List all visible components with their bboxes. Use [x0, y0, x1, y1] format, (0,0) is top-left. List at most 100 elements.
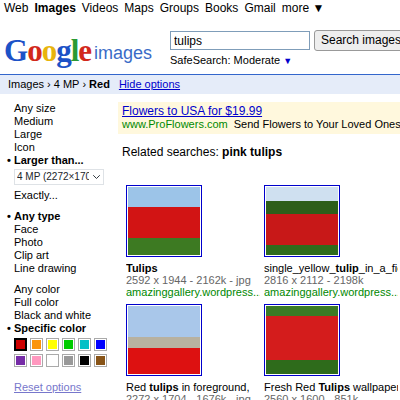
search-button[interactable]: Search images [314, 30, 400, 51]
option-link[interactable]: Medium [14, 115, 53, 127]
top-nav-link[interactable]: Groups [160, 2, 199, 15]
google-logo[interactable]: Googleimages [4, 20, 170, 68]
safesearch: SafeSearch: Moderate ▼ [170, 54, 396, 68]
swatch-fill [32, 356, 41, 365]
logo-letter: o [27, 33, 42, 68]
ad-title[interactable]: Flowers to USA for $19.99 [122, 105, 396, 118]
color-swatch[interactable] [14, 338, 27, 351]
image-result: Red tulips in foreground,2272 x 1704 - 1… [126, 304, 260, 400]
image-thumbnail[interactable] [264, 304, 340, 376]
breadcrumb-bar: Images›4 MP›RedHide options [0, 74, 400, 94]
safesearch-value[interactable]: Moderate [234, 54, 280, 66]
result-title[interactable]: Red tulips in foreground, [126, 381, 260, 393]
related-searches: Related searches: pink tulips [122, 146, 400, 159]
result-meta: 2560 x 1600 - 851k [264, 393, 398, 400]
color-swatch[interactable] [46, 354, 59, 367]
image-thumbnail[interactable] [126, 304, 202, 376]
ad-url[interactable]: www.ProFlowers.com [122, 118, 228, 130]
color-swatch[interactable] [78, 354, 91, 367]
safesearch-label: SafeSearch: [170, 54, 231, 66]
sidebar-option: •Any type [14, 210, 114, 223]
dropdown-arrow-icon[interactable]: ▼ [283, 56, 292, 66]
reset-options-link[interactable]: Reset options [14, 381, 114, 394]
sidebar-option[interactable]: Black and white [14, 309, 114, 322]
result-title[interactable]: Tulips [126, 262, 260, 274]
sidebar-option[interactable]: Line drawing [14, 262, 114, 275]
top-nav: Web Images Videos Maps Groups Books Gmail more … [0, 0, 400, 17]
breadcrumb-separator: › [47, 78, 51, 90]
result-meta: 2592 x 1944 - 2162k - jpg [126, 274, 260, 286]
logo-letter: l [71, 33, 79, 68]
image-result: Tulips2592 x 1944 - 2162k - jpgamazingga… [126, 185, 260, 298]
title-segment: _in_a_field [359, 262, 398, 274]
title-segment: tulip [336, 262, 359, 274]
color-swatch[interactable] [94, 338, 107, 351]
option-link[interactable]: Any size [14, 102, 56, 114]
color-swatch[interactable] [30, 338, 43, 351]
top-nav-link[interactable]: Gmail [244, 2, 275, 15]
image-thumbnail[interactable] [126, 185, 202, 257]
hide-options-link[interactable]: Hide options [119, 78, 180, 90]
result-title[interactable]: Fresh Red Tulips wallpaper - [264, 381, 398, 393]
result-title[interactable]: single_yellow_tulip_in_a_field [264, 262, 398, 274]
result-meta: 2272 x 1704 - 1676k - jpg [126, 393, 260, 400]
option-link[interactable]: Face [14, 223, 38, 235]
sidebar-option[interactable]: Medium [14, 115, 114, 128]
color-swatch[interactable] [46, 338, 59, 351]
option-link[interactable]: Black and white [14, 309, 91, 321]
top-nav-link[interactable]: Web [4, 2, 28, 15]
size-select[interactable]: 4 MP (2272×1704 [14, 169, 104, 185]
option-link[interactable]: Clip art [14, 249, 49, 261]
option-link[interactable]: Large [14, 128, 42, 140]
photo [266, 187, 338, 255]
color-swatches [14, 338, 114, 367]
sidebar-option[interactable]: Clip art [14, 249, 114, 262]
sidebar-option[interactable]: Any size [14, 102, 114, 115]
title-segment: Tulips [318, 381, 350, 393]
bullet-icon: • [7, 322, 14, 335]
top-nav-link[interactable]: Images [34, 2, 75, 15]
title-segment: Fresh Red [264, 381, 318, 393]
option-link[interactable]: Full color [14, 296, 59, 308]
sidebar-group: Any sizeMediumLargeIcon•Larger than...4 … [14, 102, 114, 202]
color-swatch[interactable] [78, 338, 91, 351]
sidebar-option[interactable]: Photo [14, 236, 114, 249]
option-link[interactable]: Line drawing [14, 262, 76, 274]
sidebar-option[interactable]: Any color [14, 283, 114, 296]
option-link[interactable]: Icon [14, 141, 35, 153]
sidebar-option[interactable]: Full color [14, 296, 114, 309]
color-swatch[interactable] [62, 354, 75, 367]
sidebar-option[interactable]: Exactly... [14, 189, 114, 202]
image-result: single_yellow_tulip_in_a_field2816 x 211… [264, 185, 398, 298]
color-swatch[interactable] [94, 354, 107, 367]
sidebar-option[interactable]: Icon [14, 141, 114, 154]
top-nav-link[interactable]: more ▼ [282, 2, 325, 15]
breadcrumb-item[interactable]: Images [8, 78, 44, 90]
option-label: Any type [14, 210, 60, 222]
content: Any sizeMediumLargeIcon•Larger than...4 … [0, 94, 400, 400]
related-link[interactable]: pink tulips [222, 145, 282, 159]
color-swatch[interactable] [30, 354, 43, 367]
header: Googleimages Search images SafeSearch: Mod… [0, 17, 400, 68]
sidebar-option[interactable]: Large [14, 128, 114, 141]
bullet-icon: • [7, 210, 14, 223]
title-segment: Red [126, 381, 149, 393]
top-nav-link[interactable]: Videos [82, 2, 118, 15]
breadcrumb-item[interactable]: 4 MP [54, 78, 80, 90]
color-swatch[interactable] [14, 354, 27, 367]
top-nav-link[interactable]: Books [205, 2, 238, 15]
sidebar-option[interactable]: Face [14, 223, 114, 236]
sidebar-group: •Any typeFacePhotoClip artLine drawing [14, 210, 114, 275]
option-link[interactable]: Any color [14, 283, 60, 295]
title-segment: Tulips [126, 262, 158, 274]
sidebar: Any sizeMediumLargeIcon•Larger than...4 … [0, 102, 114, 400]
color-swatch[interactable] [62, 338, 75, 351]
swatch-fill [64, 340, 73, 349]
title-segment: in foreground, [179, 381, 250, 393]
top-nav-link[interactable]: Maps [124, 2, 153, 15]
option-link[interactable]: Exactly... [14, 189, 58, 201]
search-input[interactable] [170, 31, 310, 50]
swatch-fill [32, 340, 41, 349]
image-thumbnail[interactable] [264, 185, 340, 257]
option-link[interactable]: Photo [14, 236, 43, 248]
